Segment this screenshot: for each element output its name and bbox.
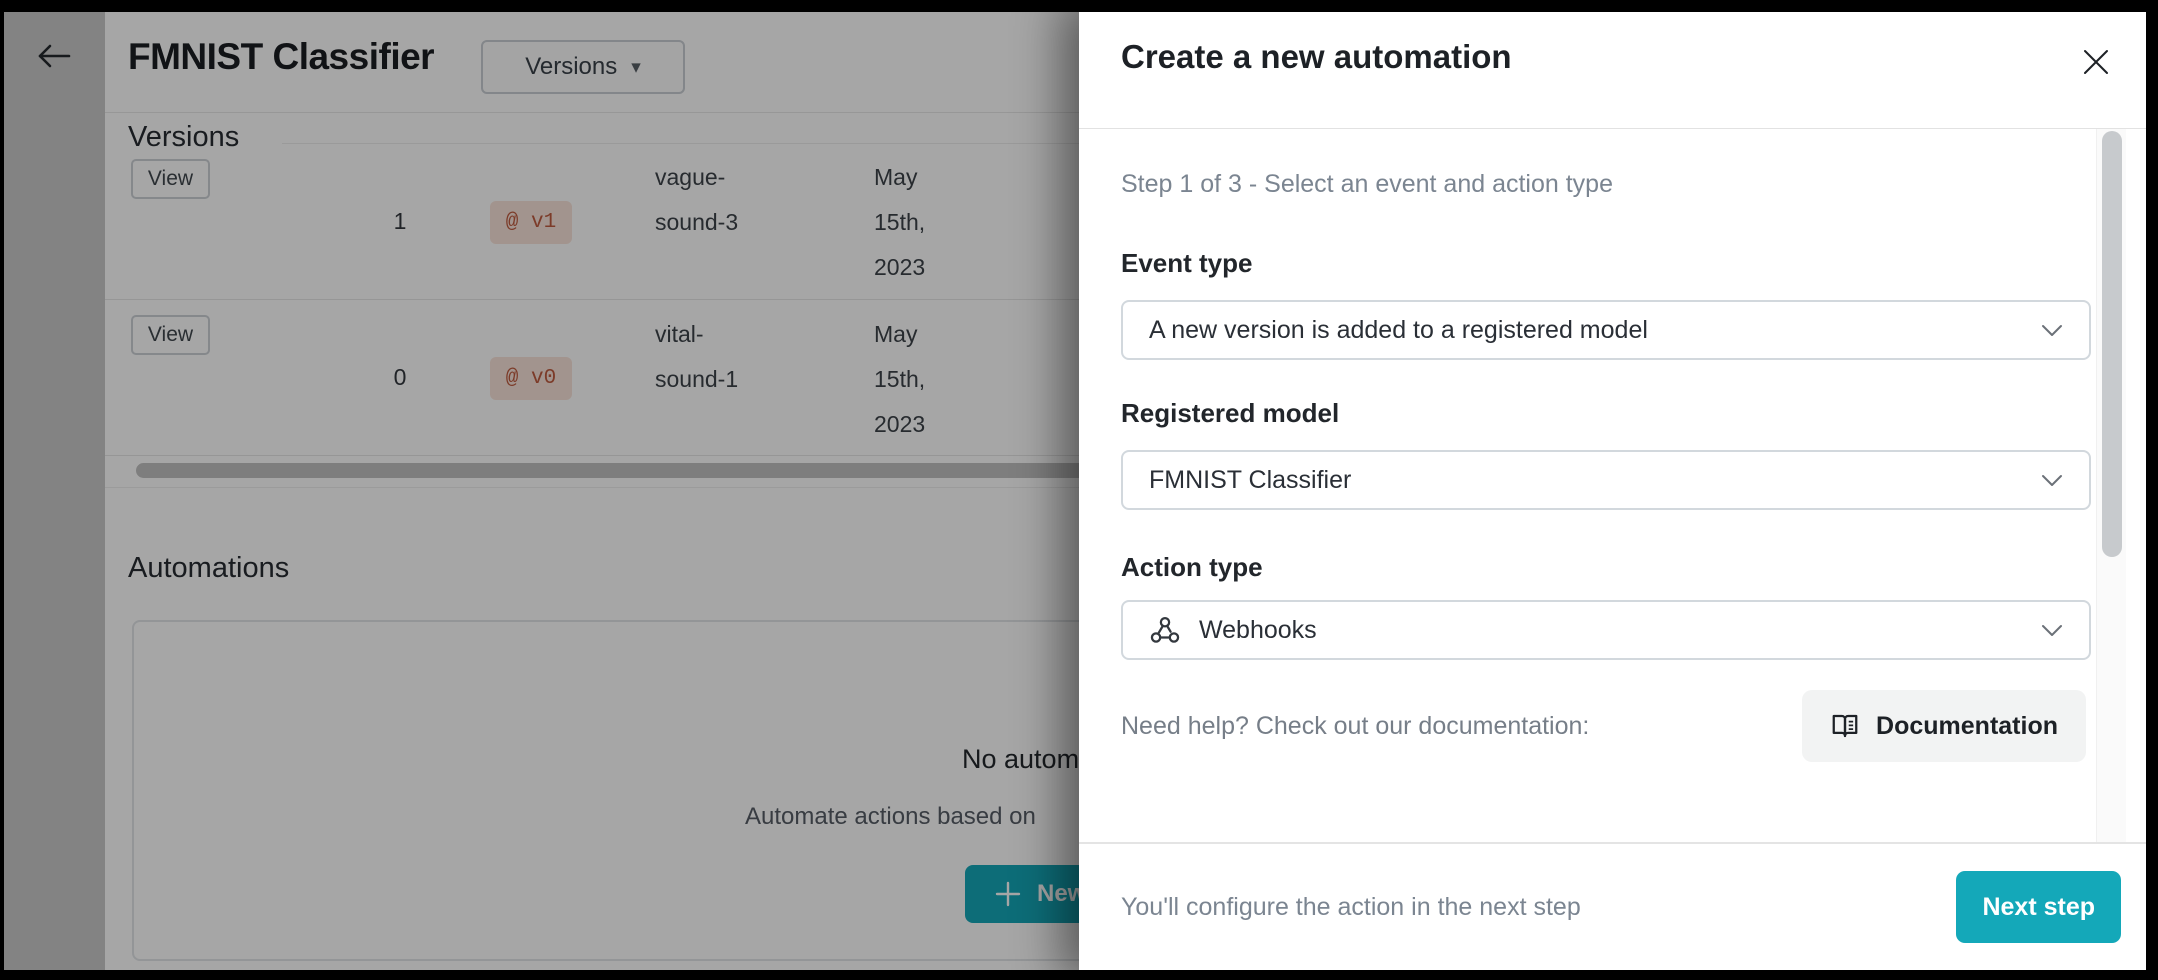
- chevron-down-icon: [2041, 324, 2063, 337]
- webhook-icon: [1149, 614, 1181, 646]
- modal-scrollbar-thumb[interactable]: [2102, 131, 2122, 557]
- step-indicator: Step 1 of 3 - Select an event and action…: [1121, 170, 1613, 199]
- next-step-button[interactable]: Next step: [1956, 871, 2121, 943]
- modal-footer: You'll configure the action in the next …: [1079, 842, 2158, 980]
- action-type-value: Webhooks: [1199, 616, 2023, 645]
- book-icon: [1830, 711, 1860, 741]
- action-type-label: Action type: [1121, 552, 1263, 583]
- registered-model-label: Registered model: [1121, 398, 1339, 429]
- documentation-button-label: Documentation: [1876, 712, 2058, 741]
- create-automation-drawer: Create a new automation Step 1 of 3 - Se…: [1079, 0, 2158, 980]
- modal-scrollbar-track: [2096, 129, 2126, 842]
- chevron-down-icon: [2041, 474, 2063, 487]
- chevron-down-icon: [2041, 624, 2063, 637]
- event-type-select[interactable]: A new version is added to a registered m…: [1121, 300, 2091, 360]
- close-button[interactable]: [2074, 40, 2118, 84]
- help-text: Need help? Check out our documentation:: [1121, 712, 1589, 741]
- screen: FMNIST Classifier Versions ▾ Versions Vi…: [0, 0, 2158, 980]
- documentation-button[interactable]: Documentation: [1802, 690, 2086, 762]
- footer-note: You'll configure the action in the next …: [1121, 893, 1581, 922]
- registered-model-value: FMNIST Classifier: [1149, 466, 2023, 495]
- event-type-value: A new version is added to a registered m…: [1149, 316, 2023, 345]
- registered-model-select[interactable]: FMNIST Classifier: [1121, 450, 2091, 510]
- event-type-label: Event type: [1121, 248, 1253, 279]
- action-type-select[interactable]: Webhooks: [1121, 600, 2091, 660]
- modal-header-divider: [1079, 128, 2158, 129]
- modal-title: Create a new automation: [1121, 38, 1512, 76]
- close-icon: [2081, 47, 2111, 77]
